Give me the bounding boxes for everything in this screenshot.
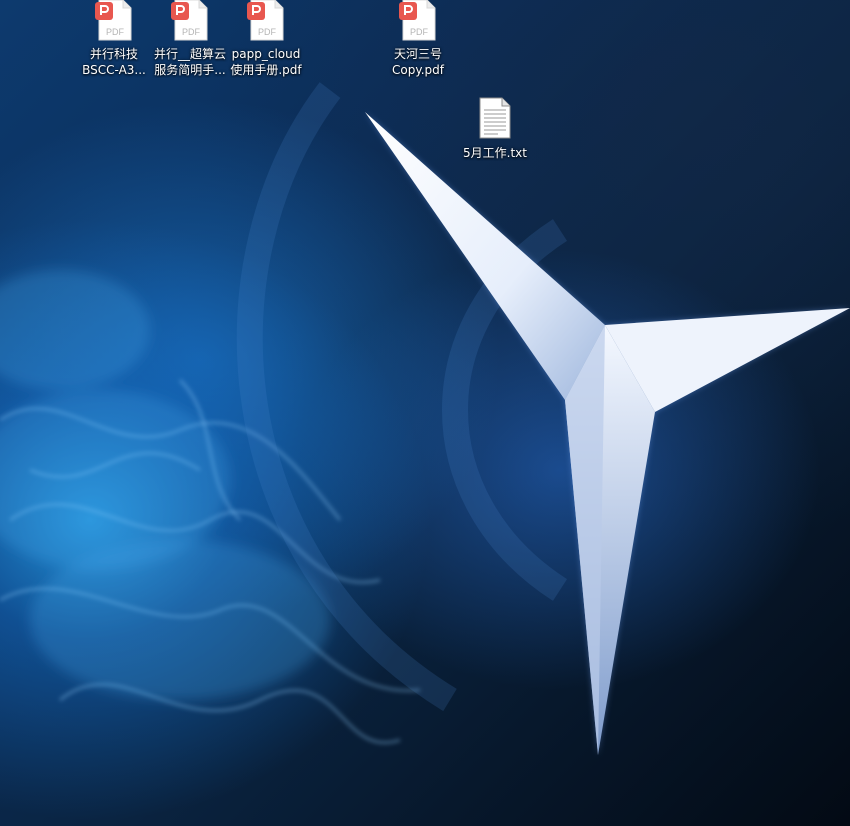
file-label: 天河三号 Copy.pdf [380, 46, 456, 78]
wallpaper-smoke [0, 82, 568, 744]
desktop-file-txt[interactable]: 5月工作.txt [457, 97, 533, 161]
file-label-line2: 使用手册.pdf [230, 63, 302, 77]
file-label-line2: Copy.pdf [391, 63, 444, 77]
desktop-file-pdf-1[interactable]: PDF 并行科技 BSCC-A3... [76, 0, 152, 78]
file-label: 并行科技 BSCC-A3... [76, 46, 152, 78]
desktop-background[interactable]: PDF 并行科技 BSCC-A3... PDF 并行__超算云 服务简明手... [0, 0, 850, 826]
file-label-line1: 5月工作.txt [463, 146, 527, 160]
pdf-badge-text: PDF [410, 27, 429, 37]
file-label-line1: 天河三号 [393, 47, 442, 61]
pdf-file-icon: PDF [94, 0, 134, 42]
file-label: papp_cloud 使用手册.pdf [228, 46, 304, 78]
pdf-file-icon: PDF [170, 0, 210, 42]
pdf-badge-text: PDF [258, 27, 277, 37]
pdf-badge-text: PDF [182, 27, 201, 37]
file-label-line2: BSCC-A3... [82, 63, 146, 77]
pdf-badge-text: PDF [106, 27, 125, 37]
pdf-file-icon: PDF [398, 0, 438, 42]
desktop-file-pdf-4[interactable]: PDF 天河三号 Copy.pdf [380, 0, 456, 78]
wallpaper-star-emblem [365, 112, 850, 755]
text-file-icon [475, 97, 515, 139]
desktop-file-pdf-2[interactable]: PDF 并行__超算云 服务简明手... [152, 0, 228, 78]
file-label: 5月工作.txt [457, 145, 533, 161]
desktop-file-pdf-3[interactable]: PDF papp_cloud 使用手册.pdf [228, 0, 304, 78]
file-label-line1: 并行科技 [89, 47, 138, 61]
file-label-line2: 服务简明手... [154, 63, 226, 77]
file-label: 并行__超算云 服务简明手... [152, 46, 228, 78]
pdf-file-icon: PDF [246, 0, 286, 42]
file-label-line1: 并行__超算云 [153, 47, 226, 61]
file-label-line1: papp_cloud [231, 47, 301, 61]
